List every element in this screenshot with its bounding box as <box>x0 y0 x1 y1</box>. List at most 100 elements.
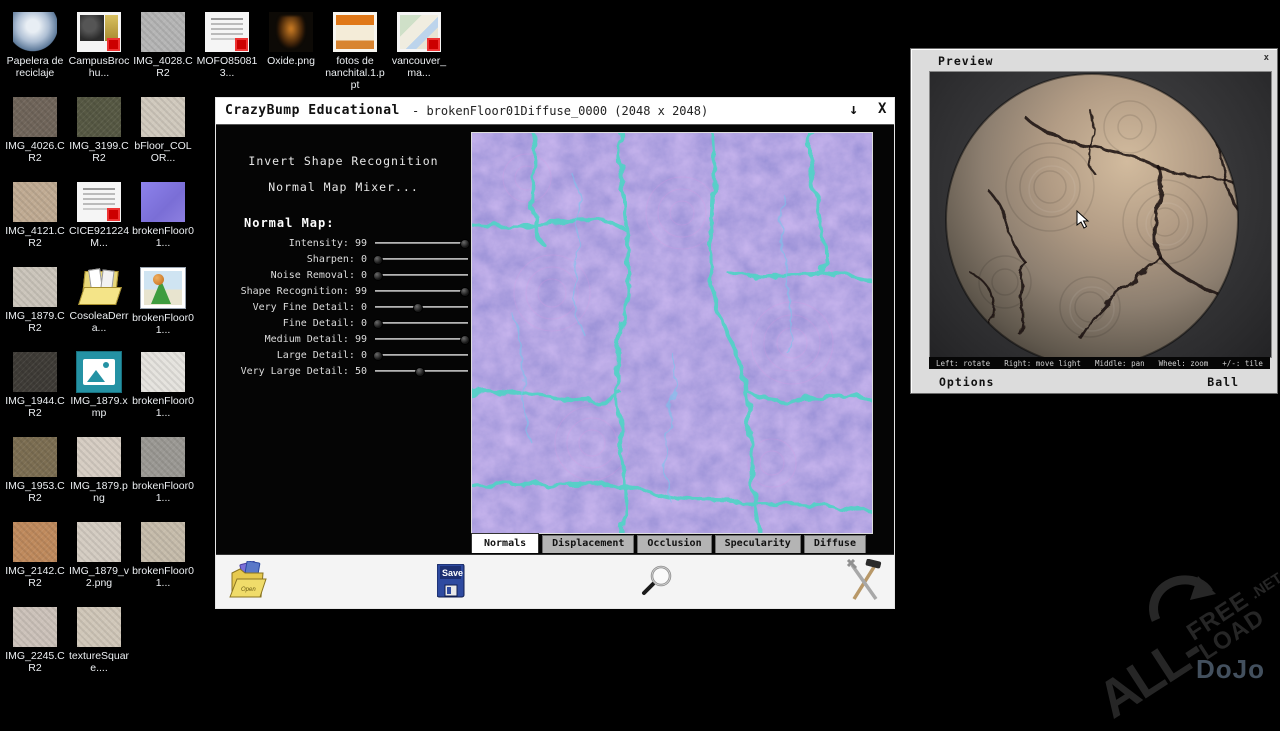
desktop-icon[interactable]: brokenFloor01... <box>132 182 194 249</box>
desktop-icon[interactable]: IMG_2245.CR2 <box>4 607 66 674</box>
preview-close-icon[interactable]: x <box>1264 53 1269 63</box>
slider-handle[interactable] <box>460 287 470 297</box>
tab-displacement[interactable]: Displacement <box>542 535 634 553</box>
watermark-text: ALL- FREE LOAD .NET <box>1087 561 1280 730</box>
slider-track[interactable] <box>375 238 468 248</box>
slider-group: Intensity: 99Sharpen: 0Noise Removal: 0S… <box>222 235 468 379</box>
desktop-icon[interactable]: IMG_2142.CR2 <box>4 522 66 589</box>
desktop-icon[interactable]: CosoleaDerra... <box>68 267 130 334</box>
tab-diffuse[interactable]: Diffuse <box>804 535 866 553</box>
slider-handle[interactable] <box>373 319 383 329</box>
desktop-icon-label: IMG_3199.CR2 <box>68 140 130 164</box>
preview-3d-viewport[interactable] <box>929 71 1272 358</box>
tex-thumbnail-icon <box>13 437 57 477</box>
desktop-icon[interactable]: IMG_3199.CR2 <box>68 97 130 164</box>
tab-normals[interactable]: Normals <box>471 533 539 553</box>
desktop-icon-label: CampusBrochu... <box>68 55 130 79</box>
slider-label: Shape Recognition: 99 <box>222 286 367 297</box>
desktop-icon[interactable]: IMG_1879.png <box>68 437 130 504</box>
title-bar[interactable]: CrazyBump Educational - brokenFloor01Dif… <box>216 98 894 125</box>
slider-row: Fine Detail: 0 <box>222 315 468 331</box>
desktop-icon[interactable]: bFloor_COLOR... <box>132 97 194 164</box>
desktop-icon-label: brokenFloor01... <box>132 565 194 589</box>
slider-row: Very Large Detail: 50 <box>222 363 468 379</box>
desktop-icon[interactable]: CampusBrochu... <box>68 12 130 79</box>
desktop-icon-label: IMG_4028.CR2 <box>132 55 194 79</box>
pdfdoc-thumbnail-icon <box>77 182 121 222</box>
desktop-icon[interactable]: IMG_1944.CR2 <box>4 352 66 419</box>
slider-handle[interactable] <box>373 255 383 265</box>
slider-track[interactable] <box>375 286 468 296</box>
open-folder-icon[interactable]: Open <box>229 561 267 607</box>
help-item: +/-: tile <box>1222 359 1263 368</box>
slider-handle[interactable] <box>413 303 423 313</box>
magnifier-icon[interactable] <box>641 565 675 601</box>
slider-handle[interactable] <box>415 367 425 377</box>
slider-track[interactable] <box>375 366 468 376</box>
slider-track[interactable] <box>375 318 468 328</box>
slider-label: Very Fine Detail: 0 <box>222 302 367 313</box>
desktop-icon-label: vancouver_ma... <box>388 55 450 79</box>
save-icon[interactable]: Save <box>437 564 465 602</box>
slider-handle[interactable] <box>460 239 470 249</box>
desktop-icon[interactable]: vancouver_ma... <box>388 12 450 79</box>
slider-handle[interactable] <box>460 335 470 345</box>
tex-thumbnail-icon <box>13 182 57 222</box>
watermark-free: FREE <box>1184 587 1257 645</box>
desktop-icon[interactable]: Oxide.png <box>260 12 322 67</box>
tex-thumbnail-icon <box>13 522 57 562</box>
tex-thumbnail-icon <box>13 267 57 307</box>
crazybump-window: CrazyBump Educational - brokenFloor01Dif… <box>215 97 895 609</box>
help-item: Middle: pan <box>1095 359 1145 368</box>
desktop-icon[interactable]: brokenFloor01... <box>132 352 194 419</box>
preview-title-bar[interactable]: Preview x <box>911 49 1277 71</box>
desktop-icon[interactable]: textureSquare.... <box>68 607 130 674</box>
tex-thumbnail-icon <box>141 12 185 52</box>
desktop-icon[interactable]: MOFO850813... <box>196 12 258 79</box>
desktop-icon-label: CosoleaDerra... <box>68 310 130 334</box>
minimize-icon[interactable]: ↓ <box>849 100 858 118</box>
slider-handle[interactable] <box>373 351 383 361</box>
desktop-icon[interactable]: IMG_1879.CR2 <box>4 267 66 334</box>
art-thumbnail-icon <box>269 12 313 52</box>
desktop-icon-label: IMG_1879_v2.png <box>68 565 130 589</box>
desktop-icon[interactable]: Papelera de reciclaje <box>4 12 66 79</box>
watermark-all: ALL- <box>1087 620 1212 730</box>
slider-row: Sharpen: 0 <box>222 251 468 267</box>
desktop-icon[interactable]: fotos de nanchital.1.ppt <box>324 12 386 91</box>
desktop-icon[interactable]: IMG_1953.CR2 <box>4 437 66 504</box>
tab-specularity[interactable]: Specularity <box>715 535 801 553</box>
xmp-thumbnail-icon <box>77 352 121 392</box>
tex-thumbnail-icon <box>141 437 185 477</box>
slider-handle[interactable] <box>373 271 383 281</box>
slider-track[interactable] <box>375 254 468 264</box>
tab-occlusion[interactable]: Occlusion <box>637 535 711 553</box>
ball-mode-button[interactable]: Ball <box>1207 375 1239 389</box>
desktop-icon[interactable]: IMG_4026.CR2 <box>4 97 66 164</box>
slider-track[interactable] <box>375 302 468 312</box>
normal-map-viewport[interactable] <box>471 132 873 534</box>
desktop-icon[interactable]: IMG_1879_v2.png <box>68 522 130 589</box>
desktop-icon-label: IMG_1879.png <box>68 480 130 504</box>
slider-track[interactable] <box>375 270 468 280</box>
tex-thumbnail-icon <box>77 97 121 137</box>
slider-track[interactable] <box>375 350 468 360</box>
desktop-icon[interactable]: brokenFloor01... <box>132 267 194 336</box>
folder-thumbnail-icon <box>77 267 121 307</box>
help-item: Wheel: zoom <box>1159 359 1209 368</box>
close-icon[interactable]: X <box>878 101 886 117</box>
preview-window: Preview x <box>910 48 1278 394</box>
desktop-icon[interactable]: IMG_4028.CR2 <box>132 12 194 79</box>
slider-track[interactable] <box>375 334 468 344</box>
preview-title: Preview <box>938 54 993 68</box>
tools-icon[interactable] <box>844 559 884 607</box>
normal-map-mixer-button[interactable]: Normal Map Mixer... <box>216 180 471 194</box>
viewport-help-bar: Left: rotateRight: move lightMiddle: pan… <box>929 357 1270 369</box>
desktop-icon[interactable]: CICE921224M... <box>68 182 130 249</box>
desktop-icon[interactable]: brokenFloor01... <box>132 522 194 589</box>
desktop-icon[interactable]: IMG_4121.CR2 <box>4 182 66 249</box>
desktop-icon[interactable]: IMG_1879.xmp <box>68 352 130 419</box>
desktop-icon[interactable]: brokenFloor01... <box>132 437 194 504</box>
invert-shape-recognition-button[interactable]: Invert Shape Recognition <box>216 154 471 168</box>
options-button[interactable]: Options <box>939 375 994 389</box>
